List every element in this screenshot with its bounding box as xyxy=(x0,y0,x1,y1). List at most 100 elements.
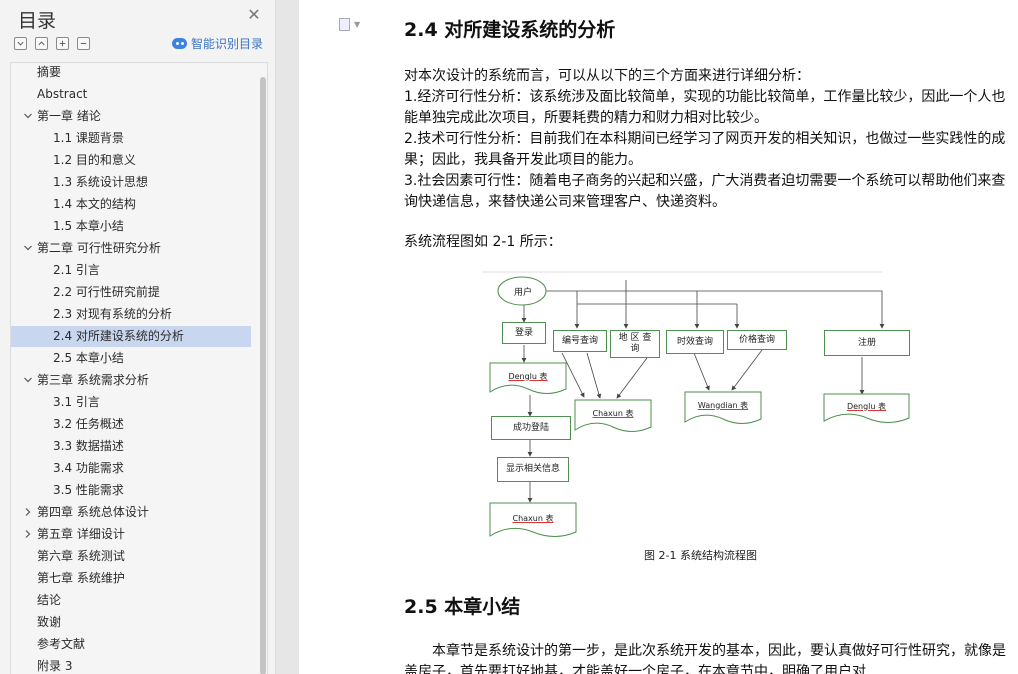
system-flowchart: 用户 登录 编号查询 地 区 查 询 时效查询 价格查询 注册 Denglu 表… xyxy=(482,270,922,545)
node-show-info: 显示相关信息 xyxy=(497,457,569,482)
social-feasibility: 3.社会因素可行性：随着电子商务的兴起和兴盛，广大消费者迫切需要一个系统可以帮助… xyxy=(404,173,1006,210)
chevron-down-icon[interactable] xyxy=(23,243,33,253)
toc-item[interactable]: 第七章 系统维护 xyxy=(11,568,251,589)
document-icon xyxy=(339,18,350,31)
smart-toc-button[interactable]: 智能识别目录 xyxy=(172,35,263,52)
toc-item-label: 第七章 系统维护 xyxy=(37,571,125,585)
toc-item-label: 摘要 xyxy=(37,65,62,79)
toc-scrollbar[interactable] xyxy=(260,77,266,674)
toc-item[interactable]: Abstract xyxy=(11,84,251,105)
toc-item-label: 2.1 引言 xyxy=(53,263,100,277)
toc-item-label: 第二章 可行性研究分析 xyxy=(37,241,161,255)
table-chaxun-result: Chaxun 表 xyxy=(490,506,576,530)
table-chaxun: Chaxun 表 xyxy=(575,402,651,424)
node-area-query: 地 区 查 询 xyxy=(610,330,660,358)
toc-item[interactable]: 致谢 xyxy=(11,612,251,633)
toc-item-label: 2.3 对现有系统的分析 xyxy=(53,307,172,321)
toc-item[interactable]: 结论 xyxy=(11,590,251,611)
chevron-right-icon[interactable] xyxy=(23,507,33,517)
economic-feasibility: 1.经济可行性分析：该系统涉及面比较简单，实现的功能比较简单，工作量比较少，因此… xyxy=(404,89,1006,126)
toc-item-label: 1.4 本文的结构 xyxy=(53,197,136,211)
node-price-query: 价格查询 xyxy=(727,330,787,350)
toc-item-label: 第四章 系统总体设计 xyxy=(37,505,149,519)
node-user: 用户 xyxy=(513,287,532,298)
chevron-down-icon: ▼ xyxy=(354,20,361,29)
toc-item-label: 第六章 系统测试 xyxy=(37,549,125,563)
toc-item-label: Abstract xyxy=(37,87,88,101)
toc-item[interactable]: 第五章 详细设计 xyxy=(11,524,251,545)
toc-item[interactable]: 3.3 数据描述 xyxy=(11,436,251,457)
table-denglu-register-label: Denglu 表 xyxy=(846,401,887,411)
summary-paragraph: 本章节是系统设计的第一步，是此次系统开发的基本，因此，要认真做好可行性研究，就像… xyxy=(404,643,1006,674)
toc-item-label: 3.5 性能需求 xyxy=(53,483,124,497)
chevron-down-icon[interactable] xyxy=(23,375,33,385)
node-login: 登录 xyxy=(502,322,546,344)
document-area: ▼ 2.4 对所建设系统的分析 对本次设计的系统而言，可以从以下的三个方面来进行… xyxy=(277,0,1018,674)
node-login-success: 成功登陆 xyxy=(491,416,571,440)
toc-item[interactable]: 3.2 任务概述 xyxy=(11,414,251,435)
table-wangdian: Wangdian 表 xyxy=(685,394,761,416)
toc-item-label: 2.4 对所建设系统的分析 xyxy=(53,329,184,343)
toc-item-label: 1.3 系统设计思想 xyxy=(53,175,148,189)
toc-item[interactable]: 参考文献 xyxy=(11,634,251,655)
add-heading-icon[interactable] xyxy=(56,37,69,50)
toc-item[interactable]: 1.3 系统设计思想 xyxy=(11,172,251,193)
toc-item[interactable]: 3.4 功能需求 xyxy=(11,458,251,479)
sidebar-title: 目录 xyxy=(18,10,57,32)
collapse-all-icon[interactable] xyxy=(35,37,48,50)
toc-item[interactable]: 1.4 本文的结构 xyxy=(11,194,251,215)
toc-item[interactable]: 1.2 目的和意义 xyxy=(11,150,251,171)
toc-item-label: 参考文献 xyxy=(37,637,86,651)
table-chaxun-label: Chaxun 表 xyxy=(592,408,634,418)
toc-item[interactable]: 1.1 课题背景 xyxy=(11,128,251,149)
document-menu-button[interactable]: ▼ xyxy=(339,18,360,31)
toc-item[interactable]: 第三章 系统需求分析 xyxy=(11,370,251,391)
toc-item[interactable]: 第四章 系统总体设计 xyxy=(11,502,251,523)
toc-item-label: 2.5 本章小结 xyxy=(53,351,124,365)
node-number-query: 编号查询 xyxy=(553,330,607,352)
close-icon[interactable]: ✕ xyxy=(246,7,262,23)
toc-item[interactable]: 2.1 引言 xyxy=(11,260,251,281)
intro-text: 对本次设计的系统而言，可以从以下的三个方面来进行详细分析： xyxy=(404,68,810,84)
toc-item[interactable]: 摘要 xyxy=(11,63,251,83)
robot-icon xyxy=(172,38,187,49)
toc-item-label: 3.4 功能需求 xyxy=(53,461,124,475)
remove-heading-icon[interactable] xyxy=(77,37,90,50)
chevron-right-icon[interactable] xyxy=(23,529,33,539)
toc-item-label: 3.3 数据描述 xyxy=(53,439,124,453)
toc-item-label: 第三章 系统需求分析 xyxy=(37,373,149,387)
toc-item-label: 1.1 课题背景 xyxy=(53,131,124,145)
node-register: 注册 xyxy=(824,330,910,356)
toc-item[interactable]: 3.5 性能需求 xyxy=(11,480,251,501)
table-wangdian-label: Wangdian 表 xyxy=(697,400,749,410)
expand-all-icon[interactable] xyxy=(14,37,27,50)
toc-item[interactable]: 2.4 对所建设系统的分析 xyxy=(11,326,251,347)
heading-2-5: 2.5 本章小结 xyxy=(404,596,521,618)
toc-item[interactable]: 2.5 本章小结 xyxy=(11,348,251,369)
toc-item[interactable]: 2.3 对现有系统的分析 xyxy=(11,304,251,325)
toc-item-label: 3.1 引言 xyxy=(53,395,100,409)
toc-item-label: 1.2 目的和意义 xyxy=(53,153,136,167)
toc-item-label: 附录 3 xyxy=(37,659,73,673)
toc-toolbar xyxy=(14,37,90,51)
toc-item[interactable]: 3.1 引言 xyxy=(11,392,251,413)
toc-sidebar: 目录 ✕ 智能识别目录 摘要 Abstract 第一章 绪论 1.1 课题背景 1.2 … xyxy=(0,0,276,674)
smart-toc-label: 智能识别目录 xyxy=(191,37,264,51)
toc-item[interactable]: 第二章 可行性研究分析 xyxy=(11,238,251,259)
toc-item-label: 1.5 本章小结 xyxy=(53,219,124,233)
toc-item[interactable]: 1.5 本章小结 xyxy=(11,216,251,237)
table-denglu-register: Denglu 表 xyxy=(824,396,909,416)
toc-item[interactable]: 第六章 系统测试 xyxy=(11,546,251,567)
toc-item[interactable]: 2.2 可行性研究前提 xyxy=(11,282,251,303)
toc-item-label: 致谢 xyxy=(37,615,62,629)
toc-item[interactable]: 附录 3 xyxy=(11,656,251,674)
toc-list: 摘要 Abstract 第一章 绪论 1.1 课题背景 1.2 目的和意义 1.3 系统设… xyxy=(10,62,268,674)
app-window: 目录 ✕ 智能识别目录 摘要 Abstract 第一章 绪论 1.1 课题背景 1.2 … xyxy=(0,0,1018,674)
toc-item-label: 第五章 详细设计 xyxy=(37,527,125,541)
document-page: ▼ 2.4 对所建设系统的分析 对本次设计的系统而言，可以从以下的三个方面来进行… xyxy=(299,0,1018,674)
toc-item-label: 3.2 任务概述 xyxy=(53,417,124,431)
toc-item[interactable]: 第一章 绪论 xyxy=(11,106,251,127)
chevron-down-icon[interactable] xyxy=(23,111,33,121)
technical-feasibility: 2.技术可行性分析：目前我们在本科期间已经学习了网页开发的相关知识，也做过一些实… xyxy=(404,131,1006,168)
analysis-paragraphs: 对本次设计的系统而言，可以从以下的三个方面来进行详细分析： 1.经济可行性分析：… xyxy=(404,66,1008,213)
